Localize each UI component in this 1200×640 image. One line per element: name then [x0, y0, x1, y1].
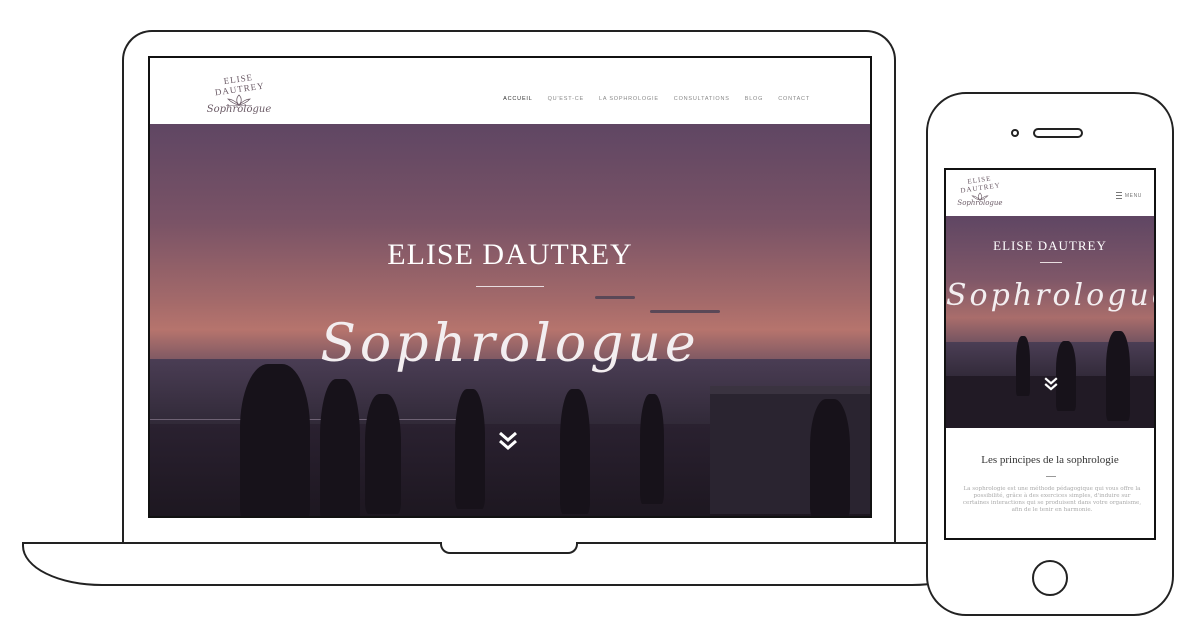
- site-logo[interactable]: ELISE DAUTREY Sophrologue: [204, 72, 274, 115]
- person-silhouette: [365, 394, 401, 514]
- hero-title: ELISE DAUTREY: [993, 238, 1107, 253]
- nav-item-accueil[interactable]: ACCUEIL: [503, 96, 532, 102]
- logo-name: ELISE DAUTREY: [959, 174, 1002, 195]
- desktop-website: ELISE DAUTREY Sophrologue ACCUEIL QU'EST…: [148, 56, 872, 518]
- hero-title: ELISE DAUTREY: [387, 238, 633, 271]
- site-header: ELISE DAUTREY Sophrologue ACCUEIL QU'EST…: [150, 58, 870, 124]
- hero-subtitle: Sophrologue: [946, 278, 1154, 313]
- logo-script: Sophrologue: [957, 199, 1003, 207]
- person-silhouette: [1106, 331, 1130, 421]
- mobile-header: ELISE DAUTREY Sophrologue MENU: [946, 170, 1154, 216]
- nav-item-consultations[interactable]: CONSULTATIONS: [674, 96, 730, 102]
- menu-label: MENU: [1124, 192, 1142, 199]
- hero-divider: [1040, 262, 1062, 263]
- nav-item-sophrologie[interactable]: LA SOPHROLOGIE: [599, 96, 659, 102]
- phone-speaker: [1033, 128, 1083, 138]
- phone-camera: [1011, 129, 1019, 137]
- nav-item-quest-ce[interactable]: QU'EST-CE: [548, 96, 584, 102]
- main-nav: ACCUEIL QU'EST-CE LA SOPHROLOGIE CONSULT…: [503, 96, 810, 102]
- principles-section: Les principes de la sophrologie La sophr…: [946, 428, 1154, 538]
- hamburger-icon: [1115, 192, 1122, 199]
- double-chevron-down-icon[interactable]: [1043, 376, 1059, 392]
- cloud: [595, 296, 635, 299]
- person-silhouette: [455, 389, 485, 509]
- cloud: [650, 310, 720, 313]
- nav-item-blog[interactable]: BLOG: [745, 96, 763, 102]
- hero-subtitle: Sophrologue: [320, 314, 700, 374]
- person-silhouette: [560, 389, 590, 514]
- person-silhouette: [810, 399, 850, 516]
- site-logo[interactable]: ELISE DAUTREY Sophrologue: [954, 174, 1006, 207]
- laptop-notch: [440, 542, 578, 554]
- logo-script: Sophrologue: [206, 104, 272, 115]
- person-silhouette: [640, 394, 664, 504]
- menu-button[interactable]: MENU: [1115, 192, 1142, 199]
- section-divider: [1046, 476, 1056, 477]
- person-silhouette: [1016, 336, 1030, 396]
- phone-home-button: [1032, 560, 1068, 596]
- hero-banner: ELISE DAUTREY Sophrologue: [150, 124, 870, 516]
- person-silhouette: [320, 379, 360, 516]
- nav-item-contact[interactable]: CONTACT: [778, 96, 810, 102]
- section-text: La sophrologie est une méthode pédagogiq…: [962, 486, 1142, 513]
- section-title: Les principes de la sophrologie: [981, 454, 1119, 466]
- person-silhouette: [1056, 341, 1076, 411]
- mobile-website: ELISE DAUTREY Sophrologue MENU ELISE DAU…: [944, 168, 1156, 540]
- hero-divider: [476, 286, 544, 287]
- double-chevron-down-icon[interactable]: [497, 430, 519, 452]
- mobile-hero: ELISE DAUTREY Sophrologue: [946, 216, 1154, 428]
- person-silhouette: [240, 364, 310, 516]
